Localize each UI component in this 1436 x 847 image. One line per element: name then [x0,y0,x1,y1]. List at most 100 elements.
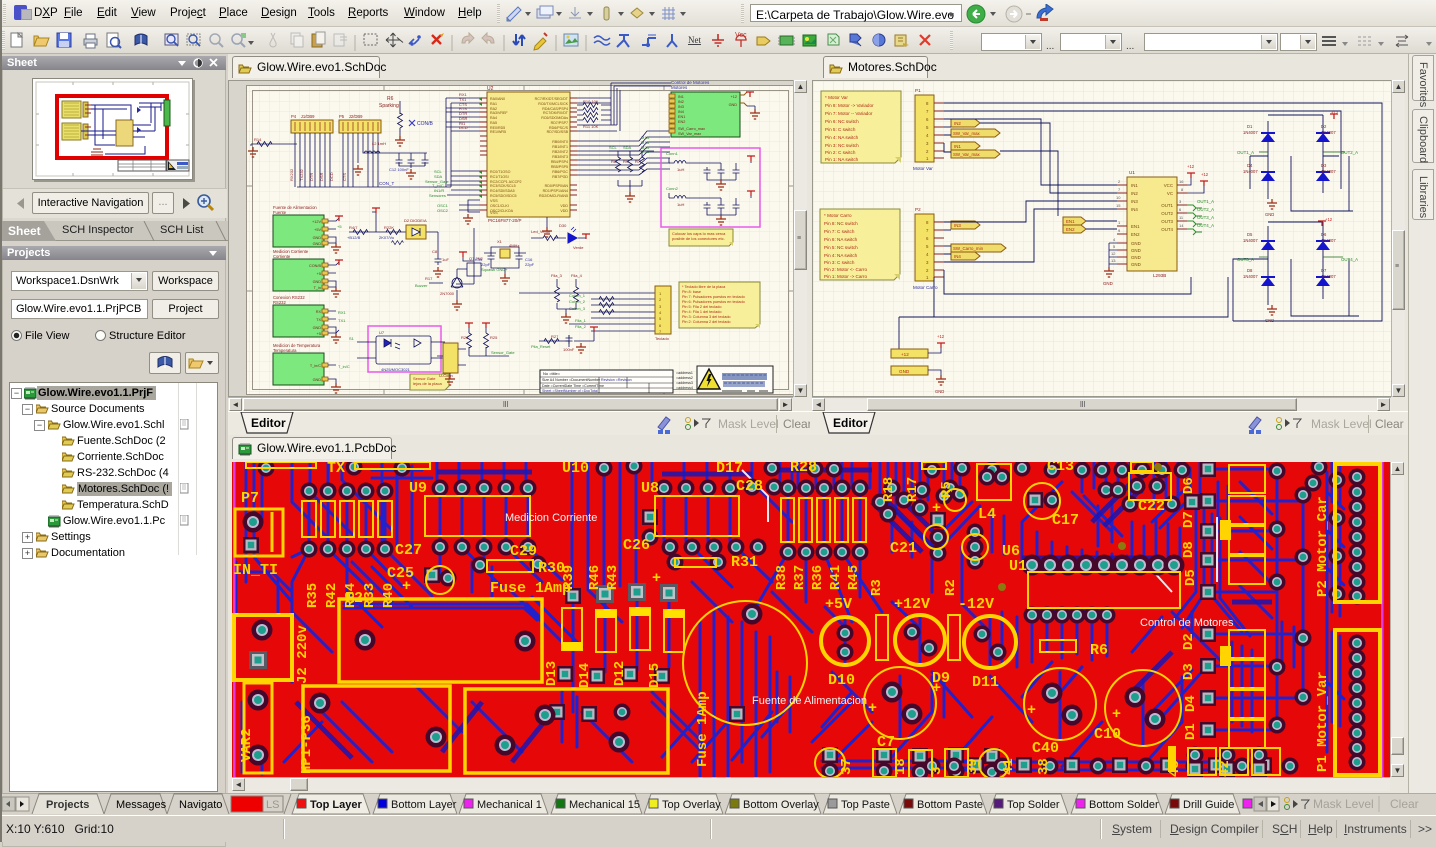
svg-text:Temperatura: Temperatura [273,348,297,353]
svg-text:13: 13 [1111,258,1116,263]
svg-text:+5: +5 [317,332,321,336]
svg-text:1uF: 1uF [442,257,449,262]
svg-text:GND: GND [1131,248,1141,253]
svg-text:Editor: Editor [833,416,868,430]
svg-text:GND: GND [1265,212,1274,217]
svg-text:R27: R27 [551,334,559,339]
svg-text:RX1: RX1 [338,310,347,315]
svg-text:4MHz: 4MHz [509,243,519,248]
svg-text:R25: R25 [490,335,498,340]
svg-text:Pin 6: Pulsadores puestos en t: Pin 6: Pulsadores puestos en teclado [682,300,745,304]
svg-text:+12: +12 [1331,110,1339,115]
svg-text:D11: D11 [972,674,999,691]
svg-text:10: 10 [1116,195,1121,200]
svg-text:Fuse 1Amp: Fuse 1Amp [490,580,571,597]
svg-text:Pin 4: Fila 1 del teclado: Pin 4: Fila 1 del teclado [682,310,721,314]
svg-text:1N4007: 1N4007 [1321,238,1336,243]
svg-text:39: 39 [965,758,981,775]
svg-text:EN1: EN1 [1066,219,1075,224]
svg-text:Sensor_Gate: Sensor_Gate [491,350,515,355]
svg-text:Mask Level: Mask Level [1313,797,1374,811]
svg-text:R45: R45 [846,565,862,590]
svg-text:IN1: IN1 [954,144,961,149]
svg-text:R33: R33 [362,583,378,608]
svg-text:C8: C8 [432,249,438,254]
svg-text:TX1: TX1 [338,318,346,323]
svg-text:D7: D7 [1181,511,1197,528]
svg-text:+5V: +5V [825,596,852,613]
svg-text:GND: GND [1103,281,1113,286]
svg-text:Pin 6: NC switch: Pin 6: NC switch [825,119,859,124]
svg-text:GND: GND [1265,318,1274,323]
svg-text:Bottom Solder: Bottom Solder [1089,799,1159,811]
svg-text:18: 18 [893,758,909,775]
svg-text:GND: GND [313,236,322,240]
svg-text:2K07/Vo: 2K07/Vo [379,235,395,240]
svg-text:U8: U8 [641,480,659,497]
svg-text:C29: C29 [510,543,537,560]
svg-text:Teclado: Teclado [655,336,670,341]
svg-text:43: 43 [1167,760,1183,777]
svg-text:=address4: =address4 [676,386,693,390]
svg-text:100nF: 100nF [563,347,575,352]
svg-text:SW_Var_max: SW_Var_max [953,152,981,157]
svg-text:1N4007: 1N4007 [1243,169,1258,174]
svg-text:D1: D1 [1247,124,1253,129]
svg-text:Bottom Overlay: Bottom Overlay [743,799,819,811]
svg-text:R26: R26 [461,335,469,340]
svg-text:D2: D2 [1321,124,1327,129]
svg-text:Pin 7: Motor -- Variador: Pin 7: Motor -- Variador [825,111,873,116]
svg-text:Pin 7: Pulsadores puestos en t: Pin 7: Pulsadores puestos en teclado [682,295,745,299]
svg-text:+12: +12 [937,334,945,339]
svg-text:D1: D1 [1183,723,1199,740]
svg-text:GND: GND [1131,262,1141,267]
svg-text:+12: +12 [1325,217,1333,222]
svg-text:IN2: IN2 [1131,191,1138,196]
svg-text:SW_Var_max: SW_Var_max [953,131,981,136]
svg-text:U9: U9 [409,480,427,497]
svg-text:GND: GND [1131,255,1141,260]
svg-text:R6: R6 [1090,642,1108,659]
svg-text:EN2: EN2 [1131,232,1140,237]
svg-text:Mechanical 1: Mechanical 1 [477,799,542,811]
svg-text:IN3: IN3 [954,223,961,228]
svg-text:Fila_4: Fila_4 [571,273,583,278]
svg-text:D5: D5 [1247,232,1253,237]
svg-text:SDA: SDA [623,145,632,150]
svg-text:Fuse 1Amp: Fuse 1Amp [695,691,711,767]
svg-text:Pin 1: Motor -> Carro: Pin 1: Motor -> Carro [824,274,867,279]
svg-text:CON/B: CON/B [309,264,321,268]
svg-text:+5: +5 [317,272,321,276]
svg-text:D10: D10 [828,672,855,689]
svg-text:Fila_1: Fila_1 [575,318,587,323]
svg-text:Projects: Projects [46,799,89,811]
svg-text:No =title=: No =title= [543,371,561,376]
svg-text:1N4007: 1N4007 [1321,169,1336,174]
svg-text:R9: R9 [623,159,629,164]
svg-text:R37: R37 [792,565,808,590]
svg-text:P2: P2 [915,207,921,212]
svg-text:+: + [932,500,941,517]
svg-text:R5: R5 [939,481,955,498]
svg-text:+12V: +12V [894,596,930,613]
svg-text:VC: VC [1167,191,1173,196]
svg-text:Pin 3: Columna 3 del teclado: Pin 3: Columna 3 del teclado [682,315,731,319]
svg-text:D17: D17 [716,462,743,477]
svg-text:Control de Motores: Control de Motores [1140,617,1234,629]
svg-text:U1: U1 [1129,170,1135,175]
svg-text:OUT4_A: OUT4_A [1197,223,1214,228]
svg-text:2N7000: 2N7000 [440,291,455,296]
svg-text:VAR2: VAR2 [239,728,255,762]
svg-text:Pin 8: base: Pin 8: base [682,290,701,294]
svg-text:OUT1: OUT1 [1161,203,1173,208]
svg-text:Pin 4: NA switch: Pin 4: NA switch [825,135,859,140]
svg-text:+12: +12 [1187,164,1195,169]
svg-text:41: 41 [1001,758,1017,775]
svg-text:P1 Motor_Var: P1 Motor_Var [1315,671,1331,772]
svg-text:Messages: Messages [116,799,167,811]
svg-text:Bottom Layer: Bottom Layer [391,799,457,811]
svg-text:R17: R17 [425,276,433,281]
svg-text:R36: R36 [810,565,826,590]
svg-text:Top Overlay: Top Overlay [662,799,721,811]
svg-text:D2 DIODE/A: D2 DIODE/A [404,218,427,223]
